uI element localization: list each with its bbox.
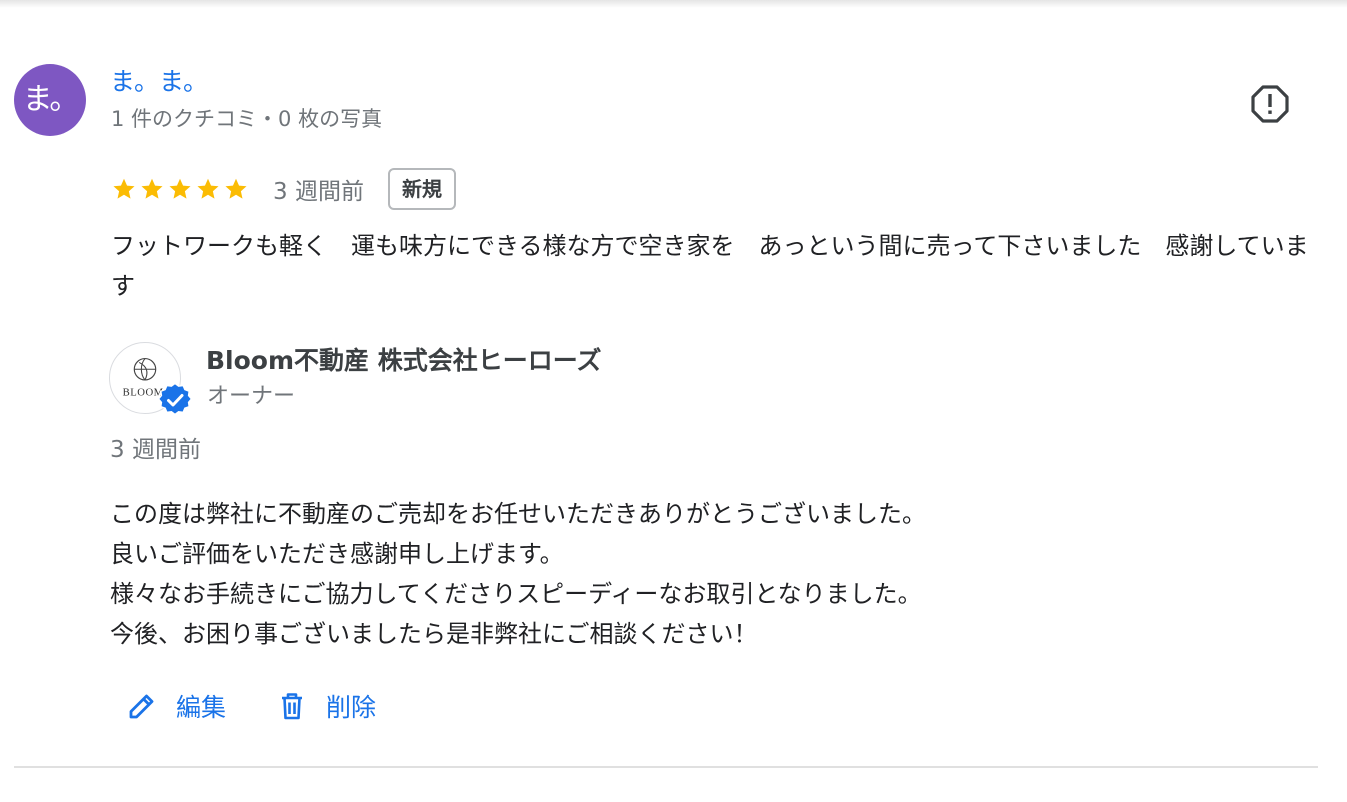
owner-role: オーナー xyxy=(207,384,296,409)
edit-label: 編集 xyxy=(176,693,227,722)
rating-row: 3 週間前 新規 xyxy=(111,166,456,212)
star-icon xyxy=(197,178,219,199)
reply-date: 3 週間前 xyxy=(110,437,201,463)
reply-actions: 編集 削除 xyxy=(126,684,376,728)
trash-icon xyxy=(282,693,303,720)
reviewer-meta: 1 件のクチコミ・0 枚の写真 xyxy=(111,107,383,131)
star-rating xyxy=(111,176,249,202)
divider xyxy=(14,766,1318,768)
delete-button[interactable]: 削除 xyxy=(276,684,376,728)
reply-text: この度は弊社に不動産のご売却をお任せいただきありがとうございました。 良いご評価… xyxy=(110,494,1310,654)
star-icon xyxy=(141,178,163,199)
star-icon xyxy=(225,178,247,199)
star-icon xyxy=(113,178,135,199)
reply-line: この度は弊社に不動産のご売却をお任せいただきありがとうございました。 xyxy=(110,500,926,528)
reply-line: 今後、お困り事ございましたら是非弊社にご相談ください！ xyxy=(110,620,758,648)
star-icon xyxy=(169,178,191,199)
pencil-icon xyxy=(129,694,154,719)
review-card: ま。 ま。ま。 1 件のクチコミ・0 枚の写真 3 週間前 新規 フットワークも… xyxy=(0,0,1347,802)
review-text: フットワークも軽く 運も味方にできる様な方で空き家を あっという間に売って下さい… xyxy=(111,232,1309,300)
svg-text:BLOOM: BLOOM xyxy=(123,387,164,399)
edit-button[interactable]: 編集 xyxy=(126,684,226,728)
report-flag-icon[interactable] xyxy=(1250,84,1290,124)
verified-badge-icon xyxy=(159,384,191,416)
review-date: 3 週間前 xyxy=(273,179,364,205)
reply-line: 良いご評価をいただき感謝申し上げます。 xyxy=(110,540,564,568)
delete-label: 削除 xyxy=(326,693,377,722)
owner-business-name[interactable]: Bloom不動産 株式会社ヒーローズ xyxy=(206,342,601,380)
reviewer-name[interactable]: ま。ま。 xyxy=(110,64,208,100)
new-badge: 新規 xyxy=(387,168,456,210)
reply-line: 様々なお手続きにご協力してくださりスピーディーなお取引となりました。 xyxy=(110,580,922,608)
reviewer-avatar[interactable]: ま。 xyxy=(14,64,86,136)
